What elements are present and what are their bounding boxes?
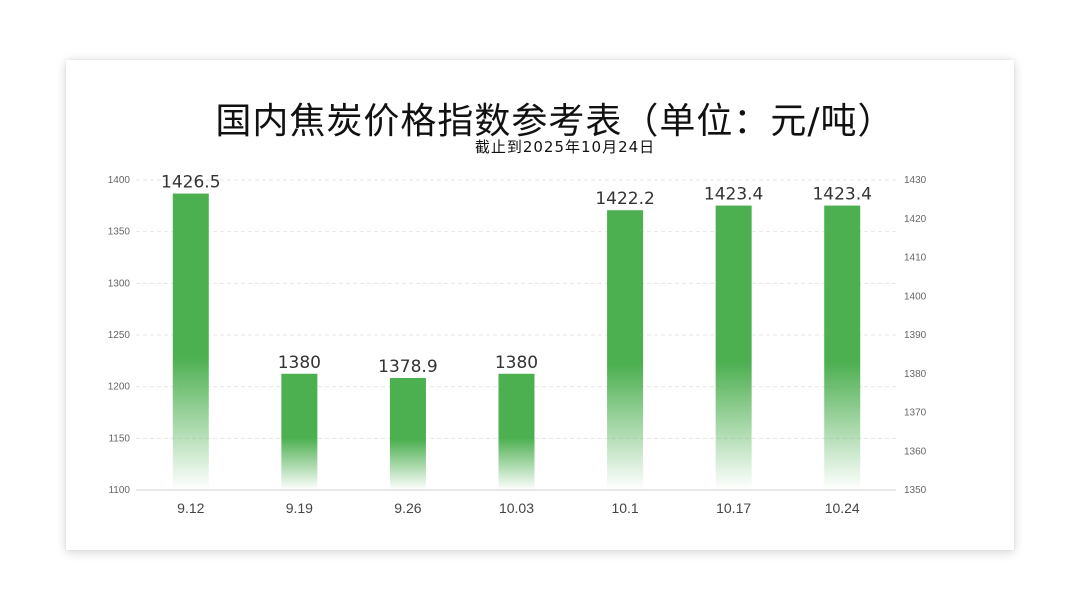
bar-value-label: 1380 [278, 353, 321, 373]
x-tick-label: 9.19 [286, 500, 313, 516]
bar-value-label: 1423.4 [812, 185, 871, 205]
x-tick-label: 10.1 [611, 500, 638, 516]
bar-value-label: 1426.5 [161, 173, 220, 193]
bar-value-label: 1380 [495, 353, 538, 373]
right-y-tick-label: 1360 [904, 446, 927, 457]
x-tick-label: 9.26 [394, 500, 421, 516]
right-y-tick-label: 1410 [904, 253, 927, 264]
bars [172, 193, 861, 490]
left-y-tick-label: 1100 [108, 485, 130, 496]
left-y-tick-label: 1200 [108, 382, 131, 393]
bar [498, 373, 535, 490]
left-y-tick-label: 1400 [108, 175, 131, 186]
left-y-axis: 1100 1150 1200 1250 1300 1350 1400 [108, 175, 131, 496]
bar [172, 193, 209, 490]
left-y-tick-label: 1350 [108, 227, 131, 238]
left-y-tick-label: 1300 [108, 278, 131, 289]
bar-value-label: 1378.9 [378, 357, 437, 377]
right-y-tick-label: 1420 [904, 214, 927, 225]
right-y-tick-label: 1350 [904, 485, 927, 496]
right-y-tick-label: 1370 [904, 408, 927, 419]
left-y-tick-label: 1150 [108, 433, 130, 444]
bar-value-label: 1422.2 [595, 189, 654, 209]
right-y-axis: 1350 1360 1370 1380 1390 1400 1410 1420 1430 [904, 175, 927, 496]
x-tick-label: 9.12 [177, 500, 204, 516]
bar [281, 373, 318, 490]
left-y-tick-label: 1250 [108, 330, 131, 341]
bar [607, 210, 644, 490]
bar-value-label: 1423.4 [704, 185, 763, 205]
x-tick-label: 10.03 [499, 500, 534, 516]
bar [715, 205, 752, 490]
right-y-tick-label: 1400 [904, 291, 927, 302]
x-tick-label: 10.17 [716, 500, 751, 516]
right-y-tick-label: 1390 [904, 330, 927, 341]
bar [389, 378, 426, 490]
bar-chart: 1100 1150 1200 1250 1300 1350 1400 1350 1360 137… [108, 173, 927, 516]
x-axis-categories: 9.12 9.19 9.26 10.03 10.1 10.17 10.24 [177, 500, 860, 516]
right-y-tick-label: 1430 [904, 175, 927, 186]
x-tick-label: 10.24 [825, 500, 860, 516]
data-labels: 1426.5 1380 1378.9 1380 1422.2 1423.4 1423.4 [161, 173, 872, 377]
right-y-tick-label: 1380 [904, 369, 927, 380]
bar [824, 205, 861, 490]
